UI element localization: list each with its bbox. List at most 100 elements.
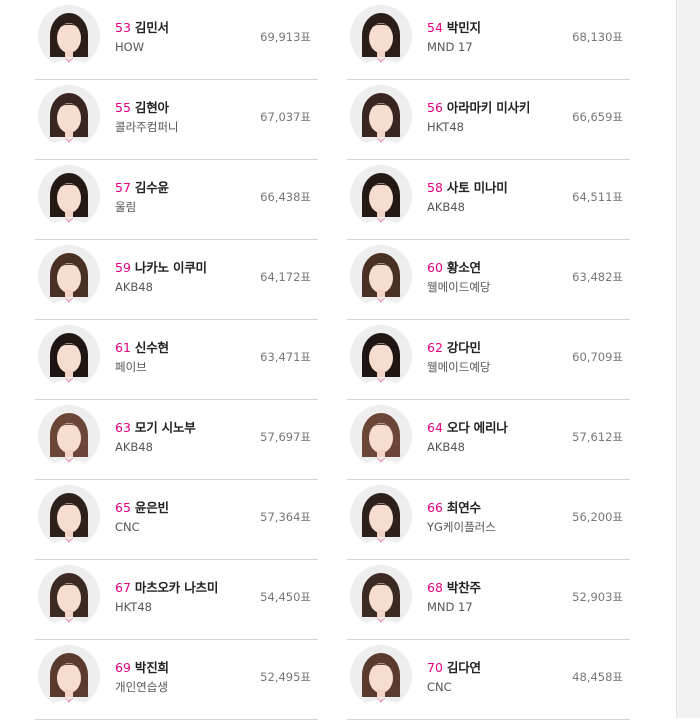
trainee-name[interactable]: 나카노 이쿠미 xyxy=(135,260,207,275)
avatar[interactable] xyxy=(350,565,412,627)
vote-count: 60,709표 xyxy=(572,350,623,364)
trainee-name[interactable]: 김민서 xyxy=(135,20,169,35)
ranking-item[interactable]: 63 모기 시노부 AKB48 57,697표 xyxy=(35,400,318,480)
avatar[interactable] xyxy=(38,565,100,627)
agency-name: YG케이플러스 xyxy=(427,520,496,534)
vote-count: 63,482표 xyxy=(572,270,623,284)
agency-name: AKB48 xyxy=(115,280,153,294)
ranking-item[interactable]: 60 황소연 웰메이드예당 63,482표 xyxy=(347,240,630,320)
vote-count: 64,172표 xyxy=(260,270,311,284)
avatar[interactable] xyxy=(350,645,412,707)
rank-number: 54 xyxy=(427,20,443,35)
trainee-name[interactable]: 마츠오카 나츠미 xyxy=(135,580,218,595)
avatar[interactable] xyxy=(350,245,412,307)
avatar[interactable] xyxy=(38,245,100,307)
rank-number: 69 xyxy=(115,660,131,675)
agency-name: AKB48 xyxy=(427,200,465,214)
vote-count: 57,612표 xyxy=(572,430,623,444)
rank-number: 60 xyxy=(427,260,443,275)
avatar[interactable] xyxy=(38,645,100,707)
agency-name: MND 17 xyxy=(427,600,473,614)
trainee-name[interactable]: 신수현 xyxy=(135,340,169,355)
avatar[interactable] xyxy=(350,5,412,67)
ranking-item[interactable]: 57 김수윤 울림 66,438표 xyxy=(35,160,318,240)
ranking-item[interactable]: 70 김다연 CNC 48,458표 xyxy=(347,640,630,720)
trainee-name[interactable]: 강다민 xyxy=(447,340,481,355)
rank-number: 66 xyxy=(427,500,443,515)
ranking-item[interactable]: 56 아라마키 미사키 HKT48 66,659표 xyxy=(347,80,630,160)
ranking-item[interactable]: 64 오다 에리나 AKB48 57,612표 xyxy=(347,400,630,480)
ranking-item[interactable]: 53 김민서 HOW 69,913표 xyxy=(35,0,318,80)
rank-number: 55 xyxy=(115,100,131,115)
vote-count: 52,495표 xyxy=(260,670,311,684)
ranking-item[interactable]: 62 강다민 웰메이드예당 60,709표 xyxy=(347,320,630,400)
rank-number: 67 xyxy=(115,580,131,595)
rank-number: 61 xyxy=(115,340,131,355)
agency-name: AKB48 xyxy=(115,440,153,454)
rank-number: 58 xyxy=(427,180,443,195)
vote-count: 57,364표 xyxy=(260,510,311,524)
vote-count: 48,458표 xyxy=(572,670,623,684)
vote-count: 63,471표 xyxy=(260,350,311,364)
trainee-name[interactable]: 최연수 xyxy=(447,500,481,515)
vote-count: 67,037표 xyxy=(260,110,311,124)
agency-name: 콜라주컴퍼니 xyxy=(115,120,179,134)
ranking-item[interactable]: 66 최연수 YG케이플러스 56,200표 xyxy=(347,480,630,560)
rank-number: 65 xyxy=(115,500,131,515)
ranking-item[interactable]: 67 마츠오카 나츠미 HKT48 54,450표 xyxy=(35,560,318,640)
ranking-item[interactable]: 59 나카노 이쿠미 AKB48 64,172표 xyxy=(35,240,318,320)
ranking-column-right: 54 박민지 MND 17 68,130표 56 아라마키 미사키 HKT48 66… xyxy=(347,0,630,720)
rank-number: 56 xyxy=(427,100,443,115)
rank-number: 59 xyxy=(115,260,131,275)
avatar[interactable] xyxy=(38,85,100,147)
trainee-name[interactable]: 황소연 xyxy=(447,260,481,275)
rank-number: 64 xyxy=(427,420,443,435)
avatar[interactable] xyxy=(38,165,100,227)
trainee-name[interactable]: 사토 미나미 xyxy=(447,180,508,195)
avatar[interactable] xyxy=(38,5,100,67)
avatar[interactable] xyxy=(350,485,412,547)
trainee-name[interactable]: 박찬주 xyxy=(447,580,481,595)
avatar[interactable] xyxy=(350,165,412,227)
ranking-item[interactable]: 69 박진희 개인연습생 52,495표 xyxy=(35,640,318,720)
trainee-name[interactable]: 박진희 xyxy=(135,660,169,675)
rank-number: 63 xyxy=(115,420,131,435)
rank-number: 53 xyxy=(115,20,131,35)
scrollbar[interactable] xyxy=(676,0,700,718)
avatar[interactable] xyxy=(350,405,412,467)
trainee-name[interactable]: 김다연 xyxy=(447,660,481,675)
trainee-name[interactable]: 김수윤 xyxy=(135,180,169,195)
ranking-column-left: 53 김민서 HOW 69,913표 55 김현아 콜라주컴퍼니 67,037표 5… xyxy=(35,0,318,720)
trainee-name[interactable]: 오다 에리나 xyxy=(447,420,508,435)
avatar[interactable] xyxy=(38,325,100,387)
agency-name: HKT48 xyxy=(115,600,152,614)
ranking-item[interactable]: 61 신수현 페이브 63,471표 xyxy=(35,320,318,400)
agency-name: MND 17 xyxy=(427,40,473,54)
avatar[interactable] xyxy=(38,405,100,467)
agency-name: HOW xyxy=(115,40,145,54)
trainee-name[interactable]: 모기 시노부 xyxy=(135,420,196,435)
avatar[interactable] xyxy=(350,85,412,147)
ranking-item[interactable]: 68 박찬주 MND 17 52,903표 xyxy=(347,560,630,640)
vote-count: 64,511표 xyxy=(572,190,623,204)
trainee-name[interactable]: 아라마키 미사키 xyxy=(447,100,530,115)
ranking-item[interactable]: 65 윤은빈 CNC 57,364표 xyxy=(35,480,318,560)
trainee-name[interactable]: 박민지 xyxy=(447,20,481,35)
agency-name: 페이브 xyxy=(115,360,147,374)
trainee-name[interactable]: 윤은빈 xyxy=(135,500,169,515)
avatar[interactable] xyxy=(350,325,412,387)
ranking-item[interactable]: 55 김현아 콜라주컴퍼니 67,037표 xyxy=(35,80,318,160)
agency-name: CNC xyxy=(427,680,452,694)
rank-number: 62 xyxy=(427,340,443,355)
vote-count: 52,903표 xyxy=(572,590,623,604)
trainee-name[interactable]: 김현아 xyxy=(135,100,169,115)
rank-number: 70 xyxy=(427,660,443,675)
agency-name: AKB48 xyxy=(427,440,465,454)
ranking-item[interactable]: 58 사토 미나미 AKB48 64,511표 xyxy=(347,160,630,240)
vote-count: 69,913표 xyxy=(260,30,311,44)
vote-count: 66,438표 xyxy=(260,190,311,204)
rank-number: 68 xyxy=(427,580,443,595)
ranking-item[interactable]: 54 박민지 MND 17 68,130표 xyxy=(347,0,630,80)
avatar[interactable] xyxy=(38,485,100,547)
vote-count: 66,659표 xyxy=(572,110,623,124)
